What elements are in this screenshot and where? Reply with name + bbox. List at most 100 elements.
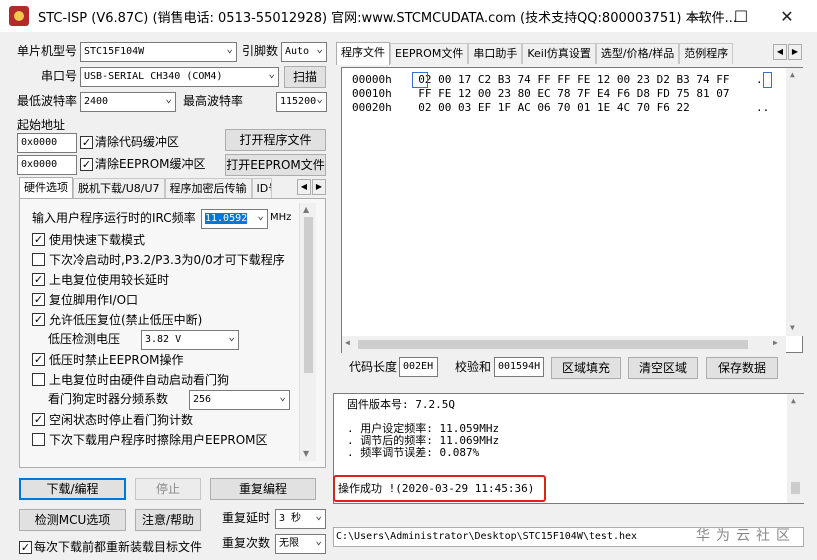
port-label: 串口号 bbox=[41, 69, 78, 83]
detect-mcu-options-button[interactable]: 检测MCU选项 bbox=[19, 509, 126, 531]
retry-count-select[interactable]: 无限 bbox=[275, 534, 326, 554]
right-tab-scroll-left-icon[interactable]: ◀ bbox=[773, 44, 787, 60]
checksum-value: 001594H bbox=[494, 357, 544, 377]
tab-offline-download[interactable]: 脱机下载/U8/U7 bbox=[73, 178, 165, 199]
hex-scrollbar-thumb[interactable] bbox=[358, 340, 748, 349]
hex-horizontal-scrollbar[interactable]: ◀ ▶ bbox=[342, 336, 786, 353]
watchdog-prescaler-select[interactable]: 256 bbox=[189, 390, 290, 410]
app-icon bbox=[9, 6, 29, 26]
option-checkbox[interactable]: ✓ bbox=[32, 352, 45, 366]
pin-select[interactable]: Auto bbox=[281, 42, 327, 62]
eeprom-start-address-input[interactable]: 0x0000 bbox=[17, 155, 77, 175]
reload-before-download-label: 每次下载前都重新装载目标文件 bbox=[34, 540, 203, 554]
log-scrollbar-thumb[interactable] bbox=[791, 482, 800, 494]
tab-serial-assistant[interactable]: 串口助手 bbox=[468, 43, 523, 64]
hex-scroll-up-icon[interactable]: ▲ bbox=[790, 70, 795, 79]
hex-scroll-left-icon[interactable]: ◀ bbox=[345, 338, 350, 347]
max-baud-label: 最高波特率 bbox=[183, 94, 244, 108]
log-scroll-up-icon[interactable]: ▲ bbox=[791, 396, 796, 405]
option-checkbox[interactable]: ✓ bbox=[32, 292, 45, 306]
irc-unit-label: MHz bbox=[270, 212, 292, 223]
retry-delay-select[interactable]: 3 秒 bbox=[275, 509, 326, 529]
code-length-value: 002EH bbox=[399, 357, 438, 377]
irc-frequency-label: 输入用户程序运行时的IRC频率 bbox=[32, 211, 196, 225]
option-checkbox[interactable]: ✓ bbox=[32, 232, 45, 246]
hex-scroll-down-icon[interactable]: ▼ bbox=[790, 323, 795, 332]
mcu-select[interactable]: STC15F104W bbox=[80, 42, 237, 62]
hex-vertical-scrollbar[interactable]: ▲ ▼ bbox=[786, 68, 803, 336]
code-start-address-input[interactable]: 0x0000 bbox=[17, 133, 77, 153]
tab-eeprom-file[interactable]: EEPROM文件 bbox=[390, 43, 469, 64]
min-baud-select[interactable]: 2400 bbox=[80, 92, 176, 112]
tab-program-file[interactable]: 程序文件 bbox=[336, 42, 390, 65]
right-tab-strip: 程序文件 EEPROM文件 串口助手 Keil仿真设置 选型/价格/样品 范例程… bbox=[336, 42, 734, 65]
option-erase-user-eeprom[interactable]: 下次下载用户程序时擦除用户EEPROM区 bbox=[32, 430, 268, 448]
clear-area-button[interactable]: 清空区域 bbox=[628, 357, 698, 379]
retry-count-label: 重复次数 bbox=[222, 536, 271, 550]
help-button[interactable]: 注意/帮助 bbox=[135, 509, 201, 531]
save-data-button[interactable]: 保存数据 bbox=[706, 357, 778, 379]
hardware-options-panel: 输入用户程序运行时的IRC频率 11.0592 MHz ✓使用快速下载模式 下次… bbox=[19, 198, 326, 468]
option-checkbox[interactable]: ✓ bbox=[32, 312, 45, 326]
ascii-cursor bbox=[763, 72, 772, 88]
clear-code-buffer-checkbox[interactable]: ✓ bbox=[80, 136, 93, 149]
stop-button[interactable]: 停止 bbox=[135, 478, 201, 500]
scrollbar-thumb[interactable] bbox=[304, 217, 313, 373]
left-tab-strip: 硬件选项 脱机下载/U8/U7 程序加密后传输 ID号 bbox=[19, 177, 272, 200]
tab-selection-price[interactable]: 选型/价格/样品 bbox=[595, 43, 680, 64]
option-cold-start-pins[interactable]: 下次冷启动时,P3.2/P3.3为0/0才可下载程序 bbox=[32, 250, 285, 268]
irc-frequency-select[interactable]: 11.0592 bbox=[201, 209, 268, 229]
log-scrollbar[interactable]: ▲ bbox=[787, 394, 804, 503]
option-reset-pin-io[interactable]: ✓ 复位脚用作I/O口 bbox=[32, 290, 138, 308]
repeat-program-button[interactable]: 重复编程 bbox=[210, 478, 316, 500]
hex-viewer[interactable]: 00000h 02 00 17 C2 B3 74 FF FF FE 12 00 … bbox=[341, 67, 803, 353]
tab-id[interactable]: ID号 bbox=[251, 178, 272, 199]
code-length-label: 代码长度 bbox=[349, 360, 398, 374]
option-long-reset-delay[interactable]: ✓ 上电复位使用较长延时 bbox=[32, 270, 169, 288]
open-program-file-button[interactable]: 打开程序文件 bbox=[225, 129, 326, 151]
scroll-down-icon[interactable]: ▼ bbox=[303, 449, 309, 458]
retry-delay-label: 重复延时 bbox=[222, 511, 271, 525]
maximize-button[interactable]: ☐ bbox=[718, 0, 764, 32]
max-baud-select[interactable]: 115200 bbox=[276, 92, 327, 112]
option-checkbox[interactable]: ✓ bbox=[32, 272, 45, 286]
option-idle-stop-watchdog[interactable]: ✓ 空闲状态时停止看门狗计数 bbox=[32, 410, 193, 428]
option-checkbox[interactable]: ✓ bbox=[32, 412, 45, 426]
hex-line: 00020h 02 00 03 EF 1F AC 06 70 01 1E 4C … bbox=[352, 101, 770, 114]
close-button[interactable]: ✕ bbox=[764, 0, 810, 32]
start-address-label: 起始地址 bbox=[17, 118, 66, 132]
option-fast-download[interactable]: ✓ 使用快速下载模式 bbox=[32, 230, 145, 248]
tab-encrypted-transfer[interactable]: 程序加密后传输 bbox=[164, 178, 252, 199]
port-select[interactable]: USB-SERIAL CH340 (COM4) bbox=[80, 67, 279, 87]
scan-button[interactable]: 扫描 bbox=[284, 66, 326, 88]
option-checkbox[interactable] bbox=[32, 372, 45, 386]
scroll-up-icon[interactable]: ▲ bbox=[303, 205, 309, 214]
reload-before-download-checkbox[interactable]: ✓ bbox=[19, 541, 32, 554]
fill-area-button[interactable]: 区域填充 bbox=[551, 357, 621, 379]
hex-scroll-right-icon[interactable]: ▶ bbox=[773, 338, 778, 347]
clear-eeprom-buffer-checkbox[interactable]: ✓ bbox=[80, 158, 93, 171]
lvd-select[interactable]: 3.82 V bbox=[141, 330, 239, 350]
tab-example-programs[interactable]: 范例程序 bbox=[679, 43, 734, 64]
title-bar: STC-ISP (V6.87C) (销售电话: 0513-55012928) 官… bbox=[0, 0, 817, 32]
pin-label: 引脚数 bbox=[242, 44, 279, 58]
checksum-label: 校验和 bbox=[455, 360, 492, 374]
hex-line: 00010h FF FE 12 00 23 80 EC 78 7F E4 F6 … bbox=[352, 87, 730, 100]
options-scrollbar[interactable]: ▲ ▼ bbox=[299, 203, 316, 461]
tab-scroll-right-icon[interactable]: ▶ bbox=[312, 179, 326, 195]
tab-keil-settings[interactable]: Keil仿真设置 bbox=[522, 43, 596, 64]
option-lv-disable-eeprom[interactable]: ✓ 低压时禁止EEPROM操作 bbox=[32, 350, 184, 368]
watchdog-prescaler-label: 看门狗定时器分频系数 bbox=[48, 392, 169, 406]
right-tab-scroll-right-icon[interactable]: ▶ bbox=[788, 44, 802, 60]
open-eeprom-file-button[interactable]: 打开EEPROM文件 bbox=[225, 154, 326, 176]
option-checkbox[interactable] bbox=[32, 252, 45, 266]
option-low-voltage-reset[interactable]: ✓ 允许低压复位(禁止低压中断) bbox=[32, 310, 202, 328]
hex-cursor bbox=[412, 72, 428, 88]
tab-scroll-left-icon[interactable]: ◀ bbox=[297, 179, 311, 195]
min-baud-label: 最低波特率 bbox=[17, 94, 78, 108]
minimize-button[interactable]: — bbox=[673, 0, 719, 32]
download-program-button[interactable]: 下载/编程 bbox=[19, 478, 126, 500]
option-checkbox[interactable] bbox=[32, 432, 45, 446]
option-hw-watchdog[interactable]: 上电复位时由硬件自动启动看门狗 bbox=[32, 370, 229, 388]
tab-hardware-options[interactable]: 硬件选项 bbox=[19, 177, 73, 200]
